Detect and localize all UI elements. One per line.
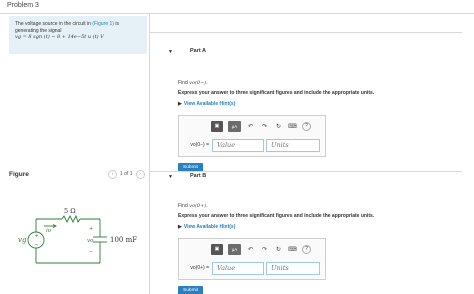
expand-triangle-icon: ▶ <box>178 101 182 107</box>
current-label: io <box>46 228 52 234</box>
part-a-value-input[interactable] <box>212 138 264 152</box>
keyboard-icon[interactable]: ⌨ <box>288 121 297 132</box>
template-icon[interactable]: ▣ <box>211 243 223 255</box>
part-b-equation-row: vo(0+) = <box>183 261 320 275</box>
part-b: ▼ Part B <box>162 172 462 184</box>
template-icon[interactable]: ▣ <box>211 120 223 132</box>
source-label: vg <box>18 236 27 244</box>
part-a-equation-row: vo(0−) = <box>183 138 320 152</box>
part-b-units-input[interactable] <box>266 261 320 275</box>
page-header: Problem 3 <box>0 0 474 14</box>
next-figure-button[interactable]: › <box>135 169 145 179</box>
part-b-answer-box: ▣ μA ↶ ↷ ↻ ⌨ ? vo(0+) = <box>178 238 326 280</box>
circuit-diagram: + − vg 5 Ω io + − vo 100 mF <box>18 207 137 264</box>
part-b-value-input[interactable] <box>212 261 264 275</box>
signal-equation: vg = 8 sgn (t) − 8 + 14e−5t u (t) V <box>15 34 104 40</box>
problem-text-1: The voltage source in the circuit in <box>15 21 93 27</box>
part-a-divider-top <box>150 32 462 33</box>
keyboard-icon[interactable]: ⌨ <box>288 244 297 255</box>
part-b-instruction: Express your answer to three significant… <box>178 213 375 219</box>
reset-icon[interactable]: ↻ <box>274 121 283 132</box>
problem-text-1-end: is <box>113 21 119 27</box>
reset-icon[interactable]: ↻ <box>274 244 283 255</box>
figure-label: Figure <box>9 171 29 178</box>
figure-link[interactable]: (Figure 1) <box>92 21 114 27</box>
units-button[interactable]: μA <box>228 120 241 132</box>
figure-pager: ‹ 1 of 1 › <box>108 169 145 179</box>
resistor-label: 5 Ω <box>64 207 76 215</box>
undo-icon[interactable]: ↶ <box>246 121 255 132</box>
part-a: ▼ Part A <box>162 47 462 59</box>
help-icon[interactable]: ? <box>302 121 311 131</box>
part-a-find: Find vo(0−). <box>178 80 208 86</box>
capacitor-label: 100 mF <box>110 236 137 244</box>
redo-icon[interactable]: ↷ <box>260 244 269 255</box>
undo-icon[interactable]: ↶ <box>246 244 255 255</box>
part-b-label: Part B <box>190 173 207 179</box>
page-title: Problem 3 <box>7 2 39 9</box>
resistor <box>61 214 81 224</box>
redo-icon[interactable]: ↷ <box>260 121 269 132</box>
part-a-hints-link[interactable]: ▶ View Available Hint(s) <box>178 101 235 107</box>
part-a-answer-box: ▣ μA ↶ ↷ ↻ ⌨ ? vo(0−) = <box>178 115 326 157</box>
cap-minus: − <box>89 249 93 255</box>
part-a-units-input[interactable] <box>266 138 320 152</box>
part-a-header[interactable]: ▼ Part A <box>162 47 462 59</box>
cap-voltage-label: vo <box>87 238 94 244</box>
units-button[interactable]: μA <box>228 243 241 255</box>
source-plus: + <box>35 234 39 240</box>
part-a-eq-label: vo(0−) = <box>190 142 209 148</box>
part-a-label: Part A <box>190 48 206 54</box>
part-b-find: Find vo(0+). <box>178 203 208 209</box>
part-a-instruction: Express your answer to three significant… <box>178 90 375 96</box>
help-icon[interactable]: ? <box>302 244 311 254</box>
right-column: ▼ Part A Find vo(0−). Express your answe… <box>150 14 474 294</box>
part-b-header[interactable]: ▼ Part B <box>162 172 462 184</box>
part-b-eq-label: vo(0+) = <box>190 265 209 271</box>
prev-figure-button[interactable]: ‹ <box>108 169 117 179</box>
part-b-hints-link[interactable]: ▶ View Available Hint(s) <box>178 224 235 230</box>
figure-page-count: 1 of 1 <box>120 171 133 177</box>
answer-toolbar: ▣ μA ↶ ↷ ↻ ⌨ ? <box>211 243 311 255</box>
source-minus: − <box>35 242 39 248</box>
collapse-caret-icon[interactable]: ▼ <box>168 49 173 55</box>
cap-plus: + <box>89 226 93 232</box>
expand-triangle-icon: ▶ <box>178 224 182 230</box>
part-b-submit-button[interactable]: Submit <box>178 286 203 294</box>
answer-toolbar: ▣ μA ↶ ↷ ↻ ⌨ ? <box>211 120 311 132</box>
problem-statement: The voltage source in the circuit in (Fi… <box>9 16 147 54</box>
collapse-caret-icon[interactable]: ▼ <box>168 174 173 180</box>
